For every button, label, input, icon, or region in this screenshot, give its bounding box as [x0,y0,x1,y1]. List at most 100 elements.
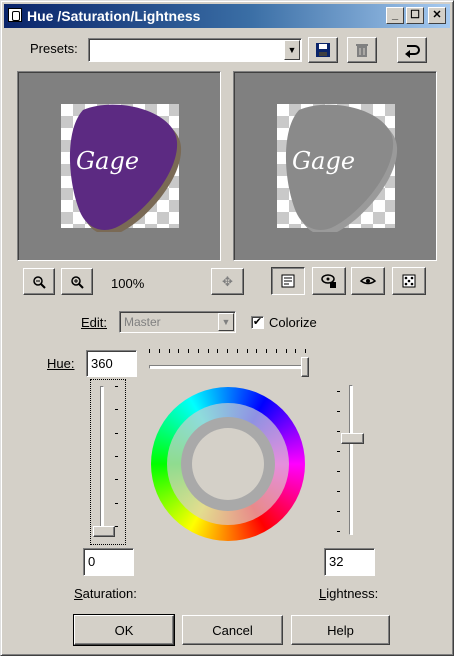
hue-slider-tick [266,349,267,353]
help-button[interactable]: Help [291,615,390,645]
saturation-slider[interactable] [90,379,126,545]
checkmark-icon: ✔ [252,316,263,328]
edit-channel-dropdown[interactable]: Master ▼ [119,311,236,333]
presets-label: Presets: [30,41,78,56]
color-wheel[interactable] [151,387,305,541]
saturation-slider-thumb[interactable] [93,526,115,537]
proof-toggle-button[interactable] [271,267,305,295]
zoom-in-icon [71,275,84,289]
chevron-down-icon[interactable]: ▼ [218,313,234,331]
chevron-down-icon[interactable]: ▼ [284,40,300,60]
hue-slider-tick [305,349,306,353]
lightness-slider-tick [337,491,340,492]
saturation-slider-tick [115,433,118,434]
colorize-checkbox[interactable]: ✔ [251,316,264,329]
before-pick-text: Gage [76,147,140,175]
lightness-value: 32 [329,554,344,569]
hue-slider-tick [237,349,238,353]
maximize-icon: ☐ [410,9,420,21]
lightness-slider[interactable] [335,385,369,537]
after-preview-panel[interactable]: Gage [233,71,437,261]
after-pick-text: Gage [292,147,356,175]
reset-icon [405,45,420,58]
help-label: Help [327,622,354,638]
pan-icon: ✥ [222,273,233,289]
edit-label: Edit: [81,315,108,330]
ok-button[interactable]: OK [73,614,175,646]
saturation-slider-tick [115,456,118,457]
saturation-slider-tick [115,386,118,387]
delete-preset-button[interactable] [347,37,377,63]
zoom-out-button[interactable] [23,268,55,295]
lightness-slider-tick [337,451,340,452]
preview-eye-button[interactable] [351,267,385,295]
minimize-button[interactable]: _ [386,7,404,24]
lightness-label: Lightness: [319,586,379,601]
lightness-input[interactable]: 32 [324,548,375,576]
saturation-label: Saturation: [74,586,137,601]
hue-slider-tick [198,349,199,353]
hue-slider-tick [149,349,150,353]
hue-slider-track [149,365,305,369]
hue-slider-tick [169,349,170,353]
hue-slider-tick [217,349,218,353]
lightness-slider-tick [337,411,340,412]
hue-slider-tick [295,349,296,353]
hue-input[interactable]: 360 [86,350,137,377]
close-icon: ✕ [432,9,442,21]
lightness-slider-tick [337,471,340,472]
hue-slider-tick [188,349,189,353]
color-wheel-inner-ring [167,403,289,525]
cancel-label: Cancel [212,622,253,638]
pan-button[interactable]: ✥ [211,268,244,295]
hue-value: 360 [91,356,113,371]
randomize-dice-icon [402,274,416,288]
saturation-slider-tick [115,409,118,410]
auto-proof-button[interactable] [312,267,346,295]
close-button[interactable]: ✕ [428,7,446,24]
saturation-slider-tick [115,479,118,480]
hue-slider-tick [256,349,257,353]
minimize-icon: _ [391,9,399,21]
randomize-button[interactable] [392,267,426,295]
lightness-slider-tick [337,431,340,432]
delete-preset-icon [356,44,368,57]
hue-slider-tick [178,349,179,353]
edit-channel-value: Master [124,315,161,329]
maximize-button[interactable]: ☐ [406,7,424,24]
color-wheel-center [192,428,264,500]
proof-toggle-icon [281,274,295,288]
hue-slider-thumb[interactable] [301,357,309,377]
saturation-slider-tick [115,503,118,504]
lightness-slider-track [349,385,353,535]
preview-eye-icon [359,276,377,285]
hue-slider[interactable] [149,345,309,377]
auto-proof-icon [321,274,336,288]
zoom-out-icon [33,275,46,289]
reset-button[interactable] [397,37,427,63]
saturation-value: 0 [88,554,96,569]
hue-slider-tick [208,349,209,353]
hue-label: Hue: [47,356,75,371]
title-bar[interactable]: Hue /Saturation/Lightness _ ☐ ✕ [4,4,450,28]
save-preset-icon [316,43,330,57]
colorize-label: Colorize [269,315,317,330]
saturation-input[interactable]: 0 [83,548,134,576]
hue-slider-tick [227,349,228,353]
saturation-slider-tick [115,526,118,527]
hue-slider-tick [247,349,248,353]
hue-slider-tick [286,349,287,353]
save-preset-button[interactable] [308,37,338,63]
lightness-slider-thumb[interactable] [341,433,364,444]
lightness-slider-tick [337,531,340,532]
before-preview-panel[interactable]: Gage [17,71,221,261]
dialog-window: Hue /Saturation/Lightness _ ☐ ✕ Presets:… [0,0,454,656]
ok-label: OK [114,622,134,638]
cancel-button[interactable]: Cancel [182,615,283,645]
lightness-slider-tick [337,511,340,512]
presets-dropdown[interactable]: ▼ [88,38,302,62]
hue-slider-tick [276,349,277,353]
zoom-in-button[interactable] [61,268,93,295]
hue-slider-tick [159,349,160,353]
app-icon [8,8,22,22]
